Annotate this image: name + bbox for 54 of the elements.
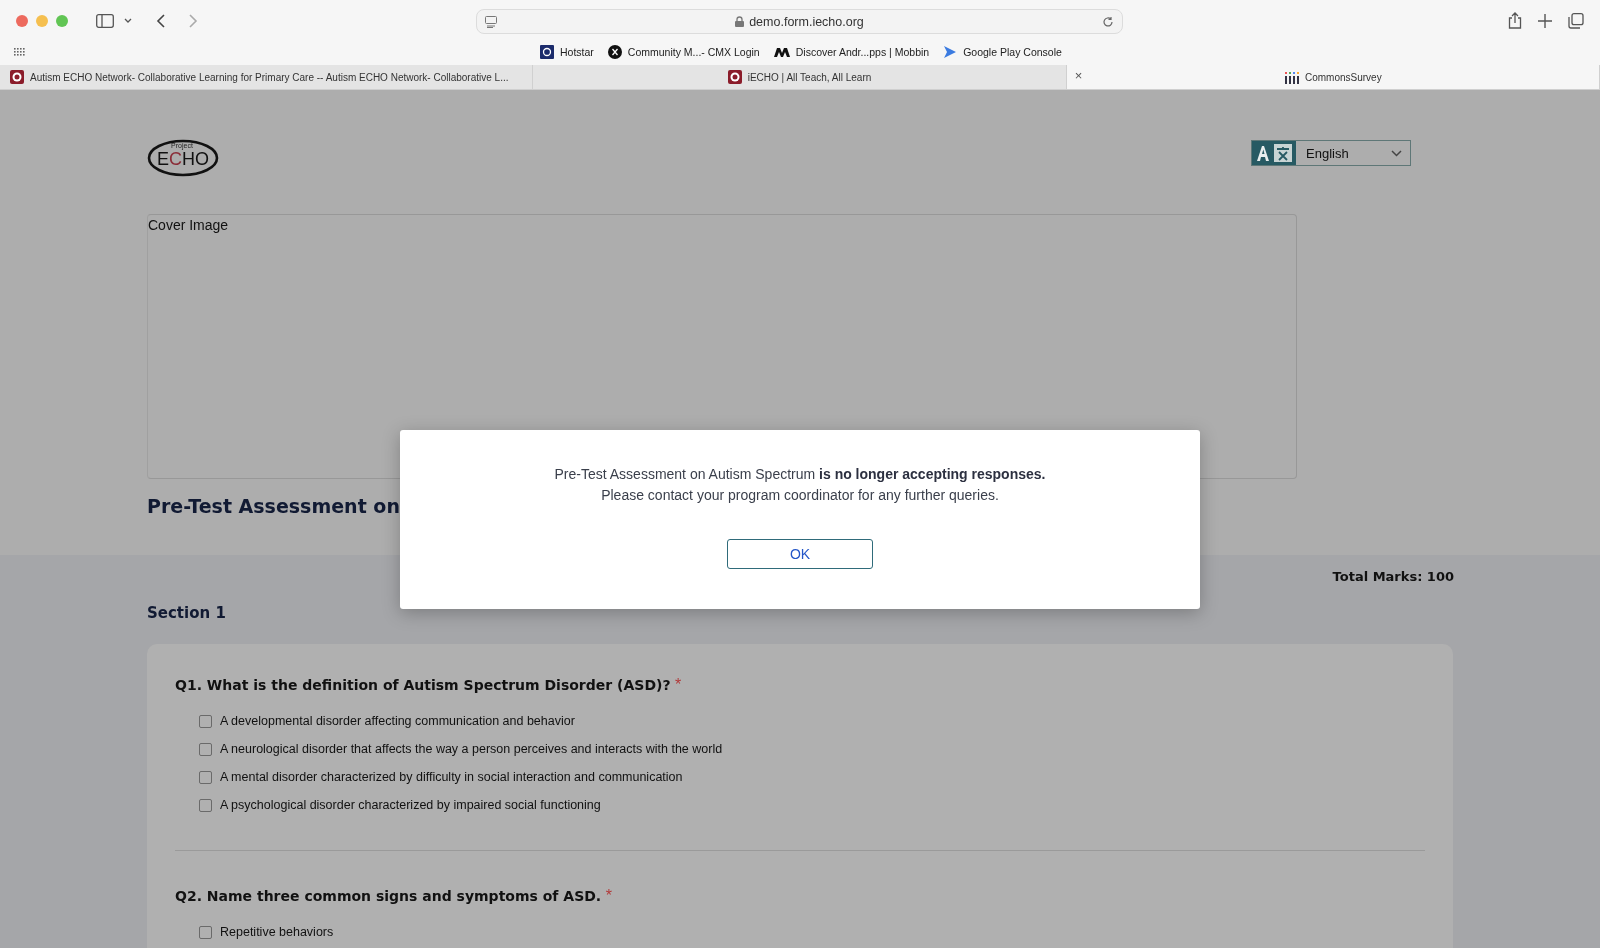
checkbox[interactable]: [199, 714, 212, 728]
option-label: A psychological disorder characterized by impaired social functioning: [220, 798, 601, 812]
option-label: A developmental disorder affecting communication and behavior: [220, 714, 575, 728]
minimize-window-button[interactable]: [36, 14, 48, 27]
reload-icon[interactable]: [1102, 15, 1114, 28]
option-label: A neurological disorder that affects the way a person perceives and interacts with the world: [220, 742, 723, 756]
lock-icon: [735, 16, 745, 27]
checkbox[interactable]: [199, 798, 212, 812]
section-title: Section 1: [147, 604, 226, 622]
ok-button[interactable]: OK: [727, 539, 873, 569]
x-logo-icon: [607, 45, 622, 60]
required-mark: *: [605, 887, 612, 904]
dialog-message: Pre-Test Assessment on Autism Spectrum is no longer accepting responses.: [554, 466, 1046, 482]
page-icon: [485, 15, 497, 28]
address-bar[interactable]: demo.form.iecho.org: [476, 9, 1123, 34]
share-icon[interactable]: [1508, 12, 1522, 30]
question-text: Q1. What is the definition of Autism Spectrum Disorder (ASD)?: [175, 677, 671, 693]
echo-icon: [727, 70, 742, 85]
url-text: demo.form.iecho.org: [749, 14, 864, 29]
tab-overview-icon[interactable]: [1568, 12, 1584, 29]
close-tab-button[interactable]: ×: [1074, 69, 1083, 84]
grid-icon[interactable]: [14, 48, 26, 57]
play-icon: [943, 45, 958, 60]
bookmark-link[interactable]: Discover Andr...pps | Mobbin: [795, 46, 930, 59]
form-title: Pre-Test Assessment on: [147, 495, 400, 517]
checkbox[interactable]: [199, 770, 212, 784]
bookmark-link[interactable]: Hotstar: [560, 46, 594, 59]
checkbox[interactable]: [199, 742, 212, 756]
browser-tab[interactable]: Autism ECHO Network- Collaborative Learning for Primary Care -- Autism ECHO Network- Collaborative L...: [0, 65, 534, 89]
forward-icon[interactable]: [189, 13, 198, 28]
back-icon[interactable]: [156, 13, 165, 28]
option-label: Repetitive behaviors: [220, 925, 334, 939]
sidebar-icon[interactable]: [96, 13, 114, 28]
translate-icon: [1256, 144, 1292, 162]
option-label: A mental disorder characterized by difficulty in social interaction and communication: [220, 770, 683, 784]
bars-icon: [1283, 70, 1299, 84]
checkbox[interactable]: [199, 925, 212, 939]
bookmark-icon: [773, 47, 790, 58]
question-text: Q2. Name three common signs and symptoms of ASD.: [175, 888, 602, 904]
echo-icon: [10, 70, 24, 85]
bookmark-link[interactable]: Community M...- CMX Login: [627, 46, 760, 59]
browser-tab[interactable]: iECHO | All Teach, All Learn: [533, 65, 1067, 89]
cover-image-label: Cover Image: [148, 217, 229, 233]
chevron-down-icon: [1391, 149, 1402, 157]
total-marks: Total Marks: 100: [1332, 569, 1454, 584]
chevron-down-icon[interactable]: [124, 17, 132, 24]
bookmark-icon: [540, 45, 554, 60]
zoom-window-button[interactable]: [56, 14, 68, 27]
required-mark: *: [675, 676, 682, 693]
close-window-button[interactable]: [16, 14, 28, 27]
new-tab-icon[interactable]: [1538, 13, 1552, 28]
dialog-message: Please contact your program coordinator for any further queries.: [601, 487, 999, 503]
bookmark-link[interactable]: Google Play Console: [963, 46, 1062, 59]
language-select[interactable]: English: [1251, 140, 1411, 166]
